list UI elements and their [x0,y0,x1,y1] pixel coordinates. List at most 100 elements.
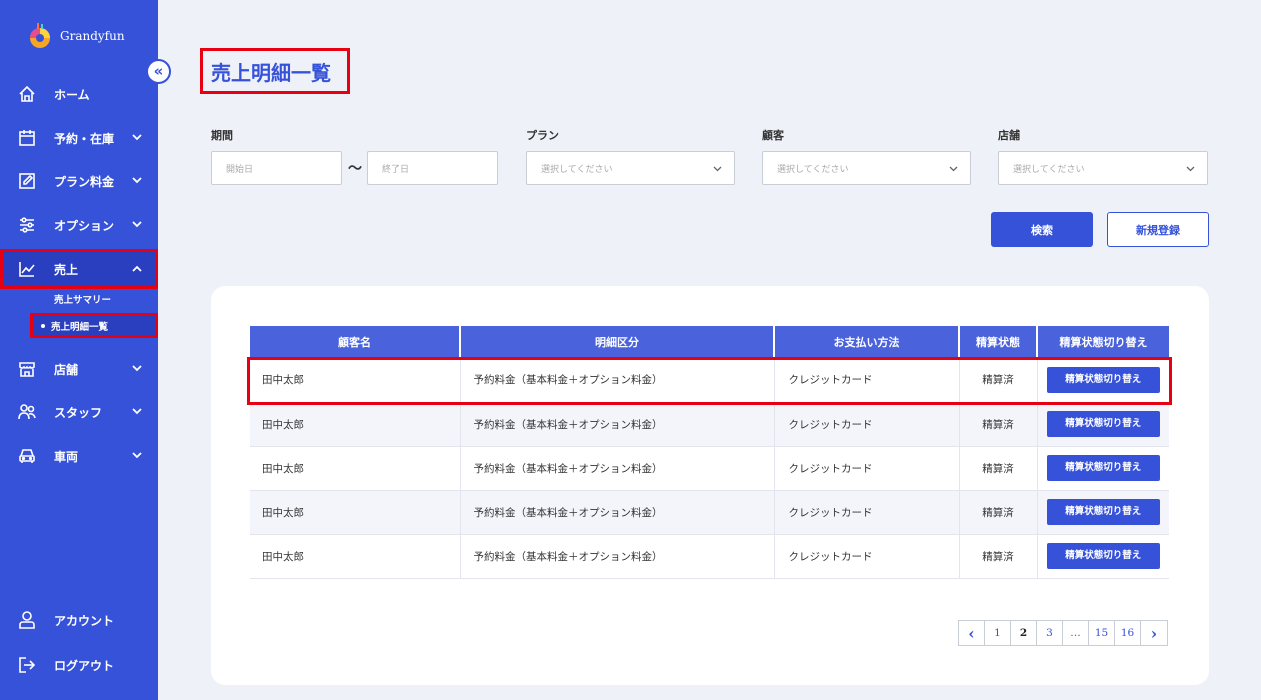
cell-settlement-status: 精算済 [959,534,1038,579]
edit-icon [19,173,35,189]
pagination-page-1[interactable]: 1 [985,621,1011,645]
pagination-page-3[interactable]: 3 [1037,621,1063,645]
header-settlement-status: 精算状態 [959,326,1038,358]
cell-detail-type: 予約料金（基本料金＋オプション料金） [460,446,775,491]
chart-line-icon [19,262,35,277]
sidebar-item-label: ログアウト [54,658,115,673]
chevron-down-icon [132,408,142,415]
chevron-down-icon [949,166,958,172]
plan-select[interactable]: 選択してください [526,151,735,185]
sidebar-item-plans[interactable]: プラン料金 [0,161,158,201]
chevron-up-icon [132,265,142,272]
sidebar-subitem-sales-summary[interactable]: 売上サマリー [54,292,111,306]
staff-icon [18,404,36,420]
chevron-down-icon [132,177,142,184]
sidebar-item-label: 売上 [54,262,79,277]
cell-settlement-status: 精算済 [959,358,1038,403]
cell-payment-method: クレジットカード [774,490,960,535]
cell-toggle: 精算状態切り替え [1037,446,1169,491]
header-customer-name: 顧客名 [250,326,461,358]
logout-icon [19,657,36,673]
pagination-prev-button[interactable]: ‹ [959,621,985,645]
cell-payment-method: クレジットカード [774,402,960,447]
cell-customer-name: 田中太郎 [250,534,461,579]
chevron-down-icon [132,134,142,141]
sidebar-item-account[interactable]: アカウント [0,600,158,640]
cell-detail-type: 予約料金（基本料金＋オプション料金） [460,490,775,535]
store-select[interactable]: 選択してください [998,151,1208,185]
pagination-ellipsis: … [1063,621,1089,645]
sidebar-item-label: スタッフ [54,405,103,420]
sidebar-subitem-label: 売上明細一覧 [51,321,109,333]
search-button[interactable]: 検索 [991,212,1093,247]
active-dot-icon [41,323,45,328]
page-title: 売上明細一覧 [200,48,350,94]
customer-label: 顧客 [762,129,784,142]
customer-select-value: 選択してください [777,164,849,175]
pagination-page-2[interactable]: 2 [1011,621,1037,645]
end-date-input[interactable]: 終了日 [367,151,498,185]
status-toggle-button[interactable]: 精算状態切り替え [1046,499,1160,525]
period-label: 期間 [211,129,233,142]
chevron-down-icon [713,166,722,172]
sidebar-item-options[interactable]: オプション [0,205,158,245]
table-row[interactable]: 田中太郎 予約料金（基本料金＋オプション料金） クレジットカード 精算済 精算状… [250,534,1169,579]
header-payment-method: お支払い方法 [774,326,960,358]
table-row[interactable]: 田中太郎 予約料金（基本料金＋オプション料金） クレジットカード 精算済 精算状… [250,358,1169,403]
sidebar-item-label: オプション [54,218,115,233]
logo[interactable]: Grandyfun [26,22,125,50]
table-row[interactable]: 田中太郎 予約料金（基本料金＋オプション料金） クレジットカード 精算済 精算状… [250,402,1169,447]
chevron-down-icon [132,452,142,459]
sidebar-item-vehicles[interactable]: 車両 [0,436,158,476]
cell-customer-name: 田中太郎 [250,490,461,535]
user-icon [19,611,35,629]
cell-payment-method: クレジットカード [774,358,960,403]
status-toggle-button[interactable]: 精算状態切り替え [1046,543,1160,569]
header-detail-type: 明細区分 [460,326,775,358]
cell-toggle: 精算状態切り替え [1037,490,1169,535]
pagination-page-16[interactable]: 16 [1115,621,1141,645]
sidebar-item-home[interactable]: ホーム [0,74,158,114]
sidebar: Grandyfun ホーム 予約・在庫 プラン料金 オプション 売上 売上サマリ… [0,0,158,700]
sliders-icon [20,217,34,233]
sidebar-subitem-sales-details[interactable]: 売上明細一覧 [30,313,158,338]
cell-detail-type: 予約料金（基本料金＋オプション料金） [460,402,775,447]
store-icon [19,362,35,377]
cell-customer-name: 田中太郎 [250,402,461,447]
cell-settlement-status: 精算済 [959,446,1038,491]
cell-toggle: 精算状態切り替え [1037,534,1169,579]
sidebar-item-reservations[interactable]: 予約・在庫 [0,118,158,158]
sidebar-item-label: 予約・在庫 [54,131,115,146]
customer-select[interactable]: 選択してください [762,151,971,185]
chevron-down-icon [132,221,142,228]
sidebar-item-logout[interactable]: ログアウト [0,645,158,685]
pagination-next-button[interactable]: › [1141,621,1167,645]
new-registration-button[interactable]: 新規登録 [1107,212,1209,247]
sidebar-item-stores[interactable]: 店舗 [0,349,158,389]
start-date-input[interactable]: 開始日 [211,151,342,185]
cell-settlement-status: 精算済 [959,402,1038,447]
home-icon [19,85,35,102]
table-row[interactable]: 田中太郎 予約料金（基本料金＋オプション料金） クレジットカード 精算済 精算状… [250,490,1169,535]
status-toggle-button[interactable]: 精算状態切り替え [1046,411,1160,437]
plan-select-value: 選択してください [541,164,613,175]
cell-payment-method: クレジットカード [774,534,960,579]
header-status-toggle: 精算状態切り替え [1037,326,1169,358]
sidebar-item-label: ホーム [54,87,90,102]
sidebar-item-label: 車両 [54,449,79,464]
cell-payment-method: クレジットカード [774,446,960,491]
sales-details-table: 顧客名 明細区分 お支払い方法 精算状態 精算状態切り替え 田中太郎 予約料金（… [250,326,1169,579]
cell-customer-name: 田中太郎 [250,358,461,403]
sidebar-item-staff[interactable]: スタッフ [0,392,158,432]
store-label: 店舗 [998,129,1020,142]
status-toggle-button[interactable]: 精算状態切り替え [1046,455,1160,481]
pagination-page-15[interactable]: 15 [1089,621,1115,645]
sidebar-collapse-button[interactable]: « [146,59,171,84]
cell-toggle: 精算状態切り替え [1037,358,1169,403]
cell-detail-type: 予約料金（基本料金＋オプション料金） [460,534,775,579]
status-toggle-button[interactable]: 精算状態切り替え [1046,366,1160,393]
range-separator: ～ [348,161,362,177]
calendar-icon [19,130,35,146]
sidebar-item-sales[interactable]: 売上 [0,249,158,289]
table-row[interactable]: 田中太郎 予約料金（基本料金＋オプション料金） クレジットカード 精算済 精算状… [250,446,1169,491]
